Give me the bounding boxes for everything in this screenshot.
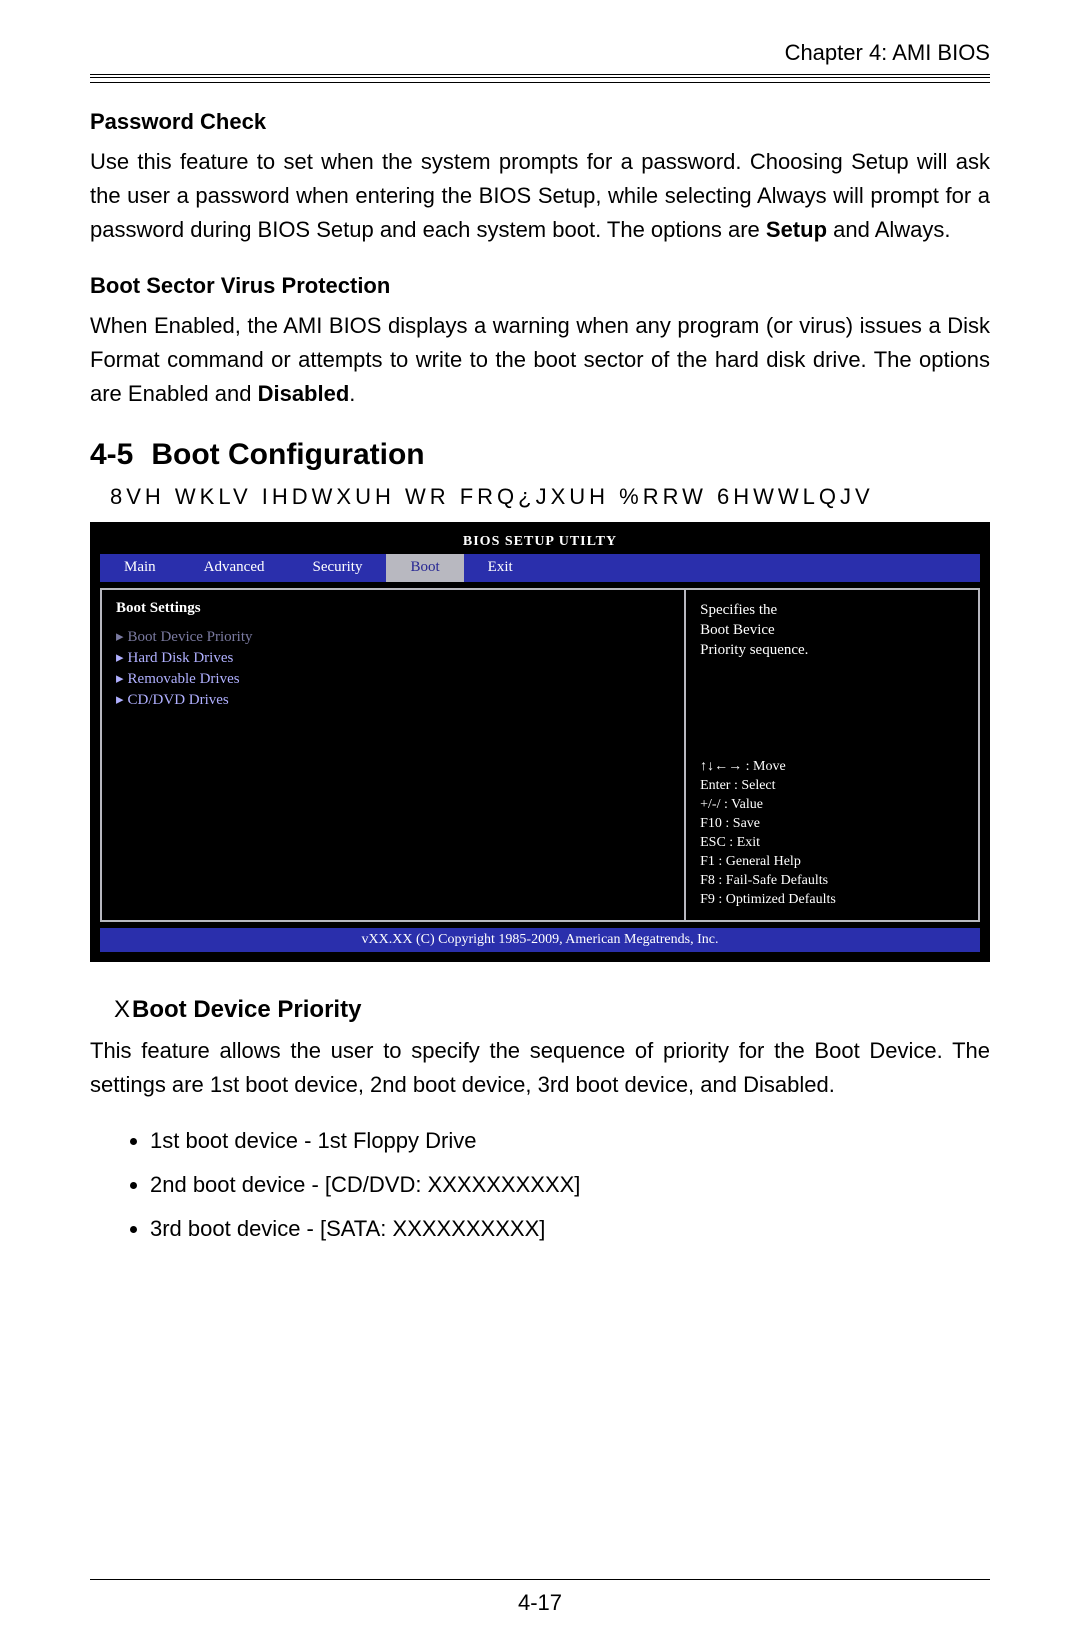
bios-left-pane: Boot Settings ▸Boot Device Priority ▸Har… — [100, 588, 686, 922]
bios-tab-boot[interactable]: Boot — [386, 554, 463, 582]
bios-menu-cd-dvd-drives[interactable]: ▸CD/DVD Drives — [116, 690, 670, 709]
bios-tab-bar: Main Advanced Security Boot Exit — [100, 554, 980, 582]
bios-tab-exit[interactable]: Exit — [464, 559, 537, 576]
label: CD/DVD Drives — [128, 692, 229, 708]
text-bold: Disabled — [258, 381, 350, 406]
text: . — [349, 381, 355, 406]
header-rule — [90, 74, 990, 83]
bios-screenshot: BIOS SETUP UTILTY Main Advanced Security… — [90, 522, 990, 962]
section-number: 4-5 — [90, 438, 133, 471]
triangle-icon: ▸ — [116, 692, 124, 708]
triangle-icon: ▸ — [116, 671, 124, 687]
boot-sector-title: Boot Sector Virus Protection — [90, 273, 990, 299]
bios-menu-boot-device-priority[interactable]: ▸Boot Device Priority — [116, 627, 670, 646]
bios-right-pane: Specifies the Boot Bevice Priority seque… — [686, 588, 980, 922]
boot-device-priority-heading: XBoot Device Priority — [114, 996, 990, 1024]
garbled-subtitle: 8VH WKLV IHDWXUH WR FRQ¿JXUH %RRW 6HWWLQ… — [110, 484, 990, 510]
chapter-label: Chapter 4: AMI BIOS — [90, 40, 990, 66]
bios-help-text: Specifies the Boot Bevice Priority seque… — [700, 600, 964, 661]
heading-text: Boot Device Priority — [132, 996, 361, 1023]
marker-icon: X — [114, 996, 130, 1023]
list-item: 3rd boot device - [SATA: XXXXXXXXXX] — [150, 1216, 990, 1242]
bios-menu-removable-drives[interactable]: ▸Removable Drives — [116, 669, 670, 688]
boot-device-priority-desc: This feature allows the user to specify … — [90, 1034, 990, 1102]
text: and Always. — [827, 217, 951, 242]
boot-device-list: 1st boot device - 1st Floppy Drive 2nd b… — [90, 1128, 990, 1242]
boot-sector-body: When Enabled, the AMI BIOS displays a wa… — [90, 309, 990, 411]
bios-tab-security[interactable]: Security — [288, 559, 386, 576]
text: When Enabled, the AMI BIOS displays a wa… — [90, 313, 990, 406]
section-title: Boot Configuration — [151, 438, 424, 471]
password-check-body: Use this feature to set when the system … — [90, 145, 990, 247]
label: Removable Drives — [128, 671, 240, 687]
text-bold: Setup — [766, 217, 827, 242]
bios-tab-main[interactable]: Main — [100, 559, 180, 576]
bios-title: BIOS SETUP UTILTY — [100, 532, 980, 554]
bios-body: Boot Settings ▸Boot Device Priority ▸Har… — [100, 582, 980, 922]
label: Boot Device Priority — [128, 629, 253, 645]
footer-rule — [90, 1579, 990, 1580]
section-heading: 4-5 Boot Configuration — [90, 438, 990, 472]
password-check-title: Password Check — [90, 109, 990, 135]
triangle-icon: ▸ — [116, 629, 124, 645]
list-item: 2nd boot device - [CD/DVD: XXXXXXXXXX] — [150, 1172, 990, 1198]
bios-footer: vXX.XX (C) Copyright 1985-2009, American… — [100, 928, 980, 952]
bios-tab-advanced[interactable]: Advanced — [180, 559, 289, 576]
label: Hard Disk Drives — [128, 650, 234, 666]
bios-key-legend: ↑↓←→ : Move Enter : Select +/-/ : Value … — [700, 758, 964, 909]
page-number: 4-17 — [0, 1590, 1080, 1616]
triangle-icon: ▸ — [116, 650, 124, 666]
bios-menu-hard-disk-drives[interactable]: ▸Hard Disk Drives — [116, 648, 670, 667]
list-item: 1st boot device - 1st Floppy Drive — [150, 1128, 990, 1154]
bios-left-header: Boot Settings — [116, 600, 670, 617]
